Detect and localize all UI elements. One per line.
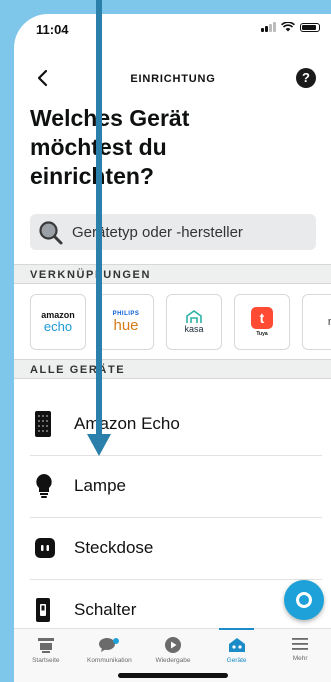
device-label: Amazon Echo xyxy=(74,414,180,433)
list-item[interactable]: Lampe xyxy=(30,456,322,518)
home-icon xyxy=(37,638,54,653)
device-label: Lampe xyxy=(74,476,126,495)
menu-icon xyxy=(292,638,309,650)
alexa-button[interactable] xyxy=(284,580,324,620)
search-bar[interactable] xyxy=(30,214,316,250)
tuya-logo-icon: t xyxy=(251,307,273,329)
tab-label: Kommunikation xyxy=(86,657,132,664)
bulb-icon xyxy=(36,474,52,498)
alexa-ring-icon xyxy=(296,592,312,608)
brand-partial[interactable]: m xyxy=(302,294,331,350)
brand-logo-bottom: echo xyxy=(43,319,73,334)
brand-amazon-echo[interactable]: amazon echo xyxy=(30,294,86,350)
brand-carousel[interactable]: amazon echo PHILIPS hue kasa t Tuya m xyxy=(30,294,331,350)
brand-philips-hue[interactable]: PHILIPS hue xyxy=(98,294,154,350)
home-indicator xyxy=(118,673,228,678)
echo-speaker-icon xyxy=(35,411,51,437)
device-label: Steckdose xyxy=(74,538,154,557)
section-header-links: VERKNÜPFUNGEN xyxy=(14,264,331,284)
list-item[interactable]: Steckdose xyxy=(30,518,322,580)
status-time: 11:04 xyxy=(36,22,69,37)
brand-tuya[interactable]: t Tuya xyxy=(234,294,290,350)
tab-label: Mehr xyxy=(292,655,308,662)
help-icon[interactable]: ? xyxy=(296,68,316,88)
wifi-icon xyxy=(281,22,295,32)
tab-mehr[interactable]: Mehr xyxy=(268,629,331,682)
kasa-house-icon xyxy=(186,310,202,323)
brand-logo-bottom: hue xyxy=(113,317,139,334)
play-icon xyxy=(164,637,181,653)
tab-label: Wiedergabe xyxy=(155,657,191,664)
device-list: Amazon Echo Lampe Steckdose Schalter xyxy=(14,394,331,642)
page-title: Welches Gerät möchtest du einrichten? xyxy=(30,105,190,189)
tab-label: Geräte xyxy=(226,657,247,664)
list-item[interactable]: Amazon Echo xyxy=(30,394,322,456)
battery-icon xyxy=(300,22,320,32)
brand-logo-bottom: kasa xyxy=(184,324,204,334)
device-label: Schalter xyxy=(74,600,137,619)
brand-logo-bottom: Tuya xyxy=(256,331,268,337)
devices-icon xyxy=(228,638,245,652)
search-input[interactable] xyxy=(72,214,308,250)
section-header-all-devices: ALLE GERÄTE xyxy=(14,359,331,379)
switch-icon xyxy=(36,598,50,622)
brand-kasa[interactable]: kasa xyxy=(166,294,222,350)
plug-icon xyxy=(35,538,55,558)
tab-startseite[interactable]: Startseite xyxy=(14,629,78,682)
tab-label: Startseite xyxy=(32,657,60,664)
search-icon xyxy=(39,221,63,245)
header-title: EINRICHTUNG xyxy=(130,73,216,85)
app-screen: 11:04 EINRICHTUNG ? Welches Gerät möchte… xyxy=(14,14,331,682)
cellular-signal-icon xyxy=(261,22,276,32)
status-icons xyxy=(261,22,320,32)
chat-icon xyxy=(99,638,120,652)
